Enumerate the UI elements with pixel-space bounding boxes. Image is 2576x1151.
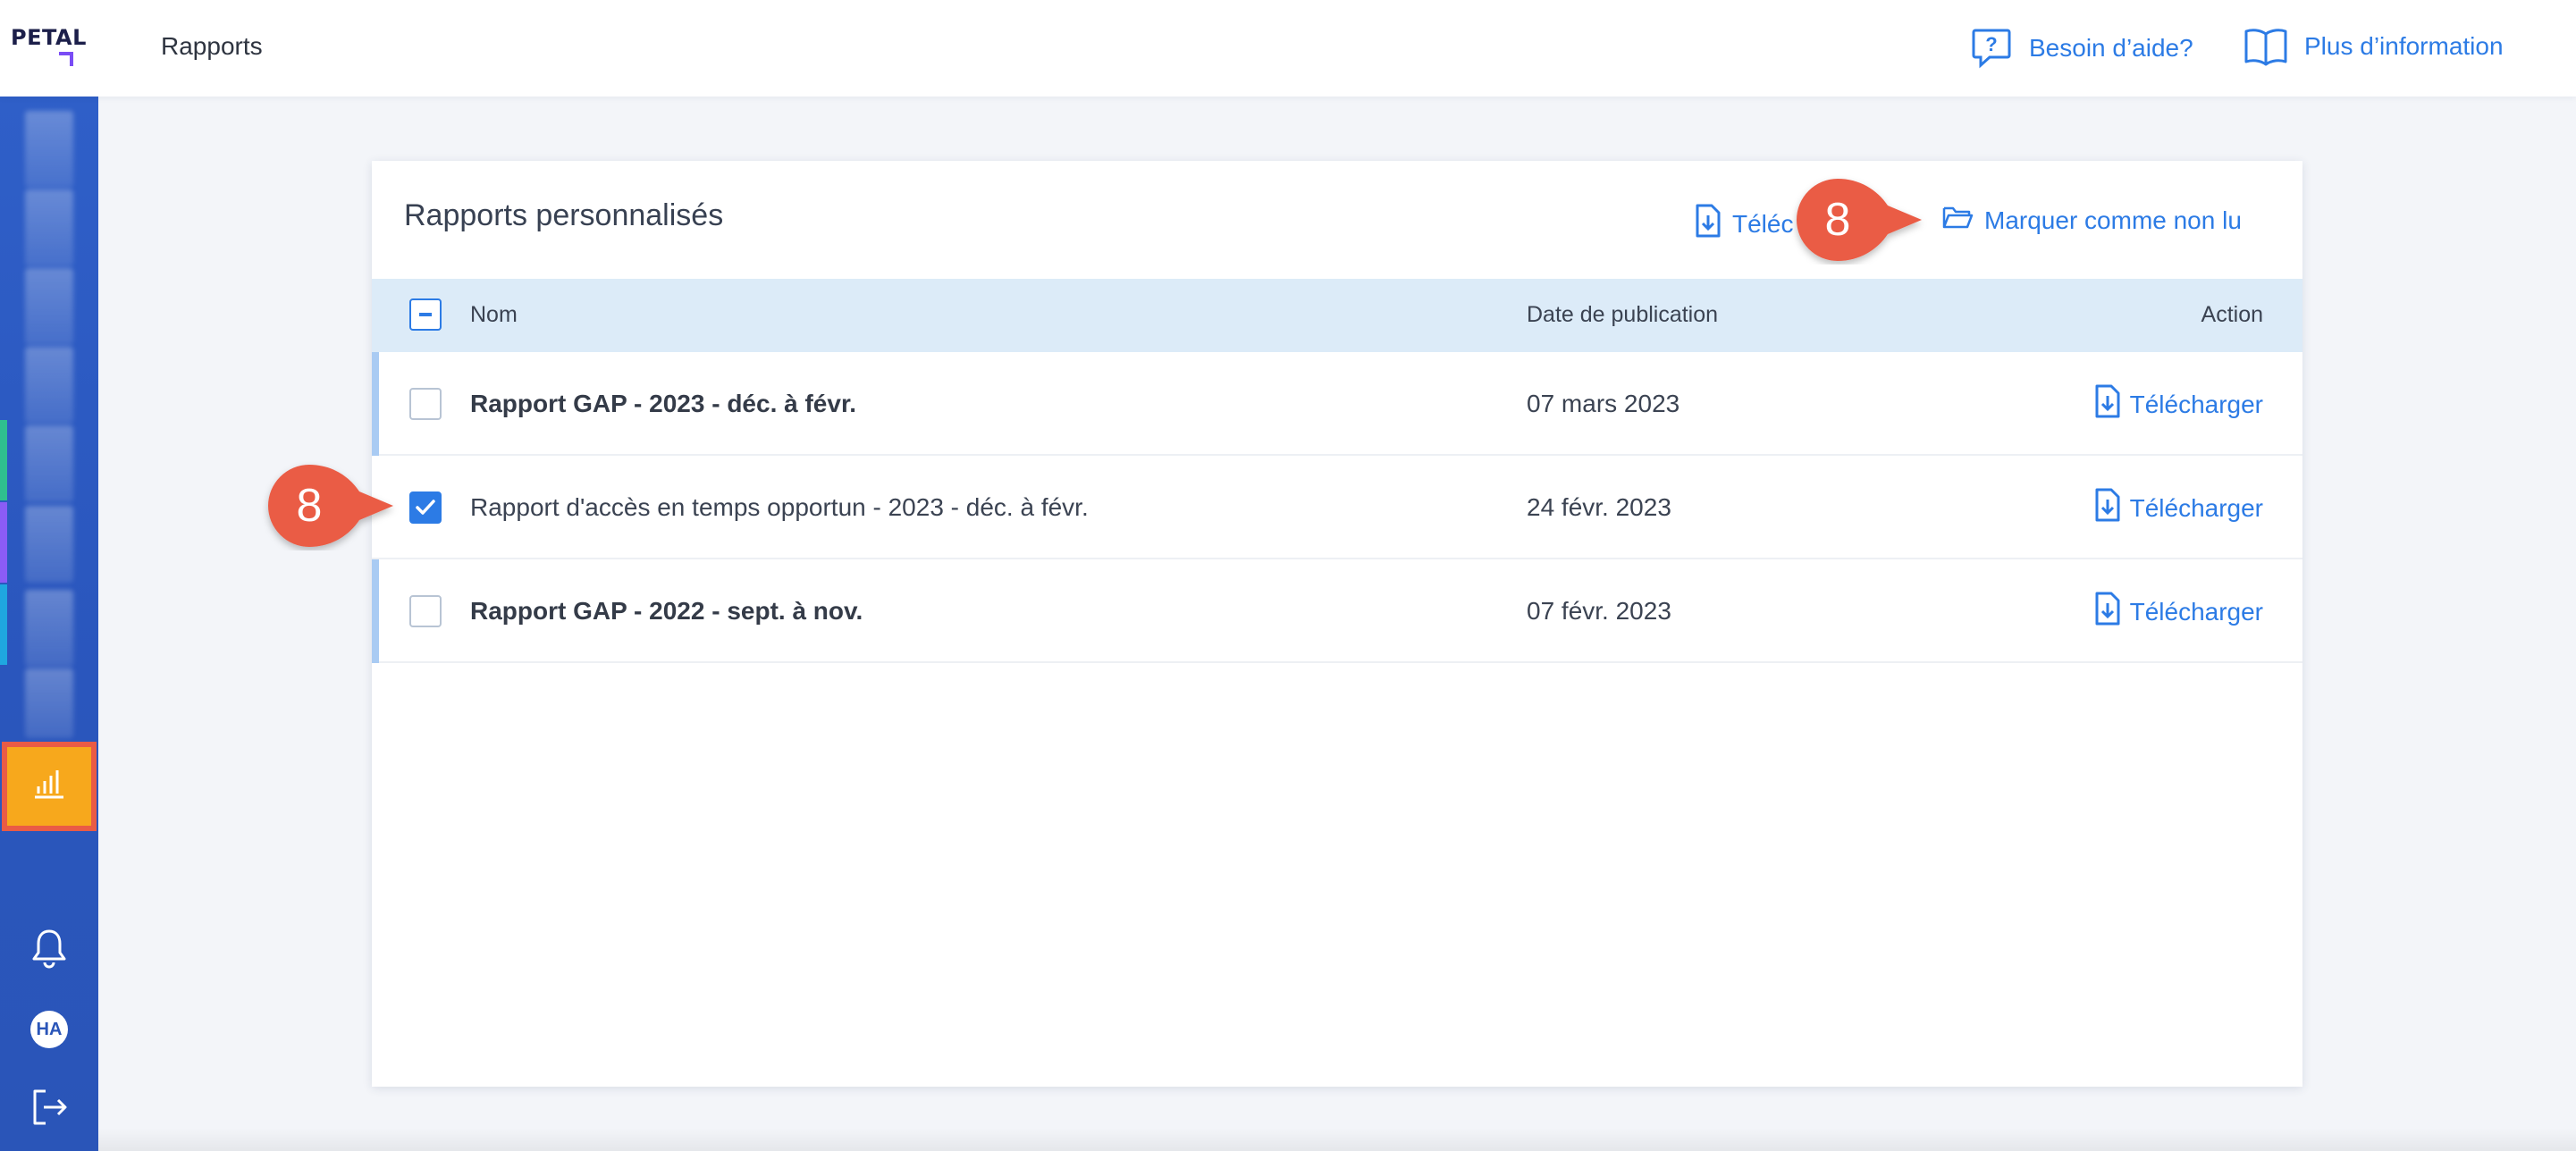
logout-button[interactable] (27, 1087, 72, 1131)
sidebar-accent-blue (0, 584, 7, 665)
download-selected-button[interactable]: Téléc (1695, 204, 1793, 244)
logo-mark (59, 52, 73, 66)
sidebar-item-blurred[interactable] (25, 506, 73, 583)
row-checkbox[interactable] (409, 595, 442, 627)
download-selected-label: Téléc (1732, 209, 1794, 238)
page-title: Rapports (161, 32, 263, 60)
mark-unread-button[interactable]: Marquer comme non lu (1941, 204, 2242, 237)
folder-icon (1941, 204, 1974, 237)
column-header-name[interactable]: Nom (470, 302, 518, 328)
column-header-action: Action (2201, 302, 2263, 327)
column-header-date[interactable]: Date de publication (1527, 302, 1718, 328)
step-callout-row: 8 (259, 461, 402, 550)
avatar: HA (30, 1011, 68, 1048)
file-download-icon (1695, 204, 1722, 244)
top-bar: PETAL Rapports ? Besoin d’aide? Plus d’i… (0, 0, 2576, 97)
sidebar-item-blurred[interactable] (25, 590, 73, 667)
info-label: Plus d’information (2304, 32, 2504, 60)
logo-text: PETAL (11, 25, 87, 50)
sidebar-item-blurred[interactable] (25, 111, 73, 188)
bar-chart-icon (31, 767, 67, 807)
help-link[interactable]: ? Besoin d’aide? (1970, 27, 2193, 70)
row-checkbox-checked[interactable] (409, 491, 442, 524)
sidebar-item-reports[interactable] (2, 742, 97, 831)
help-label: Besoin d’aide? (2029, 34, 2193, 62)
publication-date: 24 févr. 2023 (1527, 493, 1671, 521)
report-name: Rapport GAP - 2022 - sept. à nov. (470, 597, 863, 625)
card-title: Rapports personnalisés (404, 198, 724, 232)
report-name: Rapport GAP - 2023 - déc. à févr. (470, 390, 857, 417)
info-link[interactable]: Plus d’information (2243, 27, 2504, 66)
notifications-button[interactable] (27, 928, 72, 972)
sidebar-item-blurred[interactable] (25, 668, 73, 738)
sidebar-accent-green (0, 420, 7, 500)
svg-text:?: ? (1985, 33, 1997, 55)
bottom-shadow (98, 1128, 2576, 1151)
sidebar-item-blurred[interactable] (25, 268, 73, 345)
table-row[interactable]: Rapport GAP - 2022 - sept. à nov. 07 fév… (372, 559, 2302, 663)
publication-date: 07 mars 2023 (1527, 390, 1680, 417)
table-row[interactable]: Rapport d'accès en temps opportun - 2023… (372, 456, 2302, 559)
callout-number: 8 (296, 480, 323, 532)
report-name: Rapport d'accès en temps opportun - 2023… (470, 493, 1089, 521)
sidebar-item-blurred[interactable] (25, 189, 73, 266)
reports-card: Rapports personnalisés Téléc Marquer com… (372, 161, 2302, 1087)
sidebar-item-blurred[interactable] (25, 425, 73, 502)
table-row[interactable]: Rapport GAP - 2023 - déc. à févr. 07 mar… (372, 352, 2302, 456)
file-download-icon (2094, 488, 2121, 528)
download-label: Télécharger (2129, 493, 2263, 522)
sidebar-accent-purple (0, 502, 7, 583)
petal-logo[interactable]: PETAL (11, 25, 88, 70)
sidebar-item-blurred[interactable] (25, 347, 73, 424)
step-callout-toolbar: 8 (1788, 175, 1931, 265)
user-menu-button[interactable]: HA (27, 1007, 72, 1052)
sidebar: HA (0, 97, 98, 1151)
mark-unread-label: Marquer comme non lu (1984, 206, 2242, 234)
download-button[interactable]: Télécharger (2094, 384, 2263, 424)
download-label: Télécharger (2129, 597, 2263, 626)
select-all-checkbox[interactable] (409, 298, 442, 331)
download-button[interactable]: Télécharger (2094, 488, 2263, 528)
help-chat-icon: ? (1970, 27, 2013, 70)
book-icon (2243, 27, 2288, 66)
bell-icon (30, 928, 68, 973)
logout-icon (29, 1088, 69, 1131)
download-label: Télécharger (2129, 390, 2263, 418)
table-header: Nom Date de publication Action (372, 279, 2302, 352)
download-button[interactable]: Télécharger (2094, 592, 2263, 632)
publication-date: 07 févr. 2023 (1527, 597, 1671, 625)
file-download-icon (2094, 384, 2121, 424)
row-checkbox[interactable] (409, 388, 442, 420)
file-download-icon (2094, 592, 2121, 632)
callout-number: 8 (1824, 194, 1851, 246)
